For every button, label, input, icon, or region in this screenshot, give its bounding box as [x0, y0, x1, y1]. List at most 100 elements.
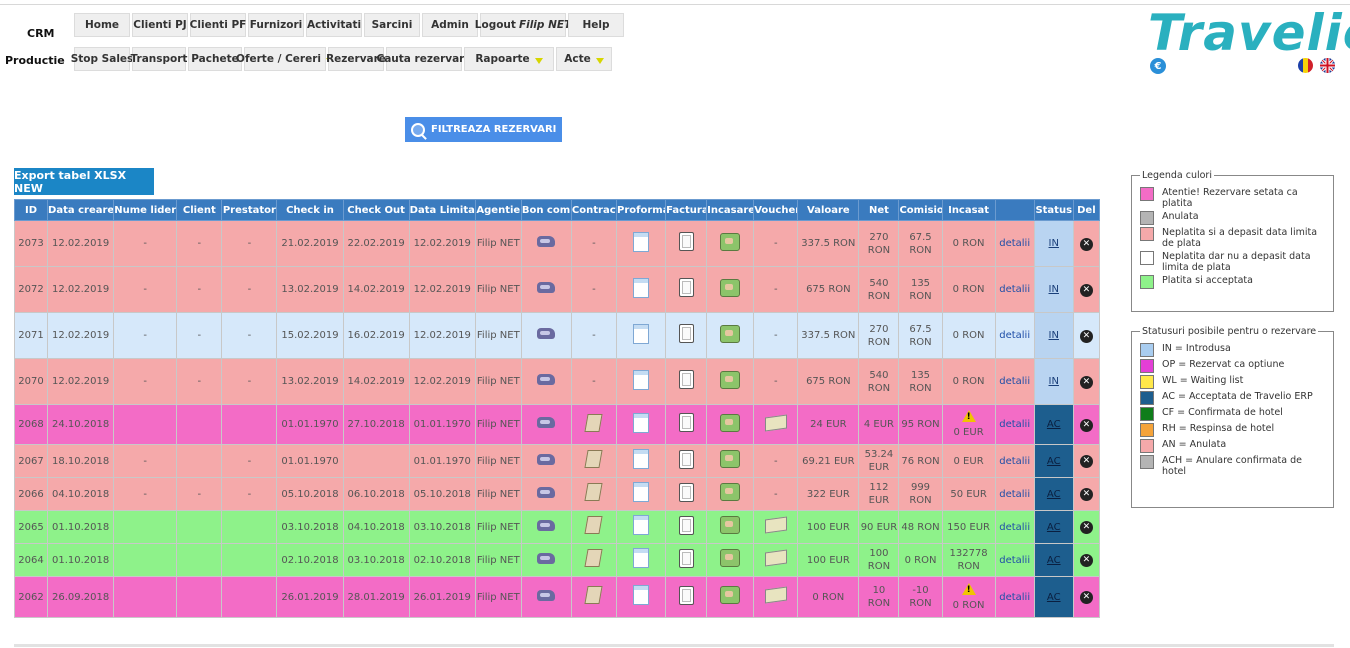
incasare-icon[interactable] — [720, 278, 741, 297]
status-link[interactable]: AC — [1047, 489, 1061, 500]
nav-pachete-button[interactable]: Pachete — [188, 47, 242, 71]
incasare-icon[interactable] — [720, 549, 741, 567]
status-link[interactable]: AC — [1047, 456, 1061, 467]
incasare-icon[interactable] — [720, 586, 741, 604]
contract-icon[interactable] — [584, 450, 604, 468]
status-link[interactable]: AC — [1047, 419, 1061, 430]
bon-comanda-icon[interactable] — [537, 486, 556, 498]
nav-admin-button[interactable]: Admin — [422, 13, 478, 37]
factura-icon[interactable] — [678, 232, 694, 251]
detalii-link[interactable]: detalii — [999, 555, 1030, 566]
status-link[interactable]: IN — [1049, 330, 1059, 341]
factura-icon[interactable] — [678, 515, 694, 535]
detalii-link[interactable]: detalii — [999, 489, 1030, 500]
contract-icon[interactable] — [584, 549, 604, 567]
incasare-icon[interactable] — [720, 516, 741, 534]
proforma-icon[interactable] — [633, 412, 650, 433]
nav-rapoarte-button[interactable]: Rapoarte — [464, 47, 554, 71]
factura-icon[interactable] — [678, 278, 694, 297]
detalii-link[interactable]: detalii — [999, 238, 1030, 249]
detalii-link[interactable]: detalii — [999, 456, 1030, 467]
bon-comanda-icon[interactable] — [537, 552, 556, 564]
proforma-icon[interactable] — [633, 369, 650, 390]
status-link[interactable]: AC — [1047, 555, 1061, 566]
bon-comanda-icon[interactable] — [537, 417, 556, 428]
contract-icon[interactable] — [584, 516, 604, 534]
factura-icon[interactable] — [678, 585, 694, 605]
bon-comanda-icon[interactable] — [537, 328, 556, 339]
filter-reservations-button[interactable]: FILTREAZA REZERVARI — [405, 117, 562, 142]
status-link[interactable]: IN — [1049, 284, 1059, 295]
factura-icon[interactable] — [678, 482, 694, 502]
status-link[interactable]: AC — [1047, 522, 1061, 533]
incasare-icon[interactable] — [720, 232, 741, 251]
nav-furnizori-button[interactable]: Furnizori — [248, 13, 304, 37]
voucher-icon[interactable] — [764, 586, 787, 604]
incasare-icon[interactable] — [720, 483, 741, 501]
delete-icon[interactable]: ✕ — [1079, 455, 1093, 468]
contract-icon[interactable] — [584, 483, 604, 501]
proforma-icon[interactable] — [633, 585, 650, 605]
proforma-icon[interactable] — [633, 277, 650, 298]
status-link[interactable]: AC — [1047, 592, 1061, 603]
factura-icon[interactable] — [678, 370, 694, 389]
delete-icon[interactable]: ✕ — [1079, 591, 1093, 604]
bon-comanda-icon[interactable] — [537, 374, 556, 385]
incasare-icon[interactable] — [720, 370, 741, 389]
nav-acte-button[interactable]: Acte — [556, 47, 612, 71]
factura-icon[interactable] — [678, 413, 694, 432]
delete-icon[interactable]: ✕ — [1079, 418, 1093, 432]
export-xlsx-button[interactable]: Export tabel XLSX NEW — [14, 168, 154, 195]
contract-icon[interactable] — [584, 586, 604, 604]
nav-stop-sales-button[interactable]: Stop Sales — [71, 47, 133, 71]
delete-icon[interactable]: ✕ — [1079, 521, 1093, 534]
nav-oferte-cereri-button[interactable]: Oferte / Cereri — [236, 47, 334, 71]
nav-sarcini-button[interactable]: Sarcini — [364, 13, 420, 37]
delete-icon[interactable]: ✕ — [1079, 237, 1093, 251]
detalii-link[interactable]: detalii — [999, 284, 1030, 295]
nav-transport-button[interactable]: Transport — [131, 47, 187, 71]
proforma-icon[interactable] — [633, 515, 650, 535]
proforma-icon[interactable] — [633, 231, 650, 252]
detalii-link[interactable]: detalii — [999, 592, 1030, 603]
factura-icon[interactable] — [678, 449, 694, 469]
contract-icon[interactable] — [584, 413, 604, 432]
detalii-link[interactable]: detalii — [999, 376, 1030, 387]
nav-clienti-pj-button[interactable]: Clienti PJ — [132, 13, 188, 37]
proforma-icon[interactable] — [633, 482, 650, 502]
nav-logout-button[interactable]: Logout Filip NET — [475, 13, 571, 37]
detalii-link[interactable]: detalii — [999, 330, 1030, 341]
proforma-icon[interactable] — [633, 548, 650, 568]
detalii-link[interactable]: detalii — [999, 522, 1030, 533]
delete-icon[interactable]: ✕ — [1079, 488, 1093, 501]
proforma-icon[interactable] — [633, 323, 650, 344]
delete-icon[interactable]: ✕ — [1079, 375, 1093, 389]
english-flag-icon[interactable] — [1320, 58, 1335, 73]
bon-comanda-icon[interactable] — [537, 519, 556, 531]
bon-comanda-icon[interactable] — [537, 236, 556, 247]
nav-cauta-rezervare-button[interactable]: Cauta rezervare — [377, 47, 471, 71]
voucher-icon[interactable] — [764, 516, 787, 534]
proforma-icon[interactable] — [633, 449, 650, 469]
factura-icon[interactable] — [678, 324, 694, 343]
detalii-link[interactable]: detalii — [999, 419, 1030, 430]
voucher-icon[interactable] — [764, 413, 787, 432]
incasare-icon[interactable] — [720, 450, 741, 468]
incasare-icon[interactable] — [720, 413, 741, 432]
delete-icon[interactable]: ✕ — [1079, 329, 1093, 343]
incasare-icon[interactable] — [720, 324, 741, 343]
romanian-flag-icon[interactable] — [1298, 58, 1313, 73]
nav-clienti-pf-button[interactable]: Clienti PF — [190, 13, 246, 37]
bon-comanda-icon[interactable] — [537, 282, 556, 293]
delete-icon[interactable]: ✕ — [1079, 554, 1093, 567]
nav-activitati-button[interactable]: Activitati — [306, 13, 362, 37]
nav-home-button[interactable]: Home — [74, 13, 130, 37]
euro-currency-icon[interactable]: € — [1150, 58, 1166, 74]
status-link[interactable]: IN — [1049, 376, 1059, 387]
status-link[interactable]: IN — [1049, 238, 1059, 249]
bon-comanda-icon[interactable] — [537, 589, 556, 601]
delete-icon[interactable]: ✕ — [1079, 283, 1093, 297]
bon-comanda-icon[interactable] — [537, 453, 556, 465]
voucher-icon[interactable] — [764, 549, 787, 567]
factura-icon[interactable] — [678, 548, 694, 568]
